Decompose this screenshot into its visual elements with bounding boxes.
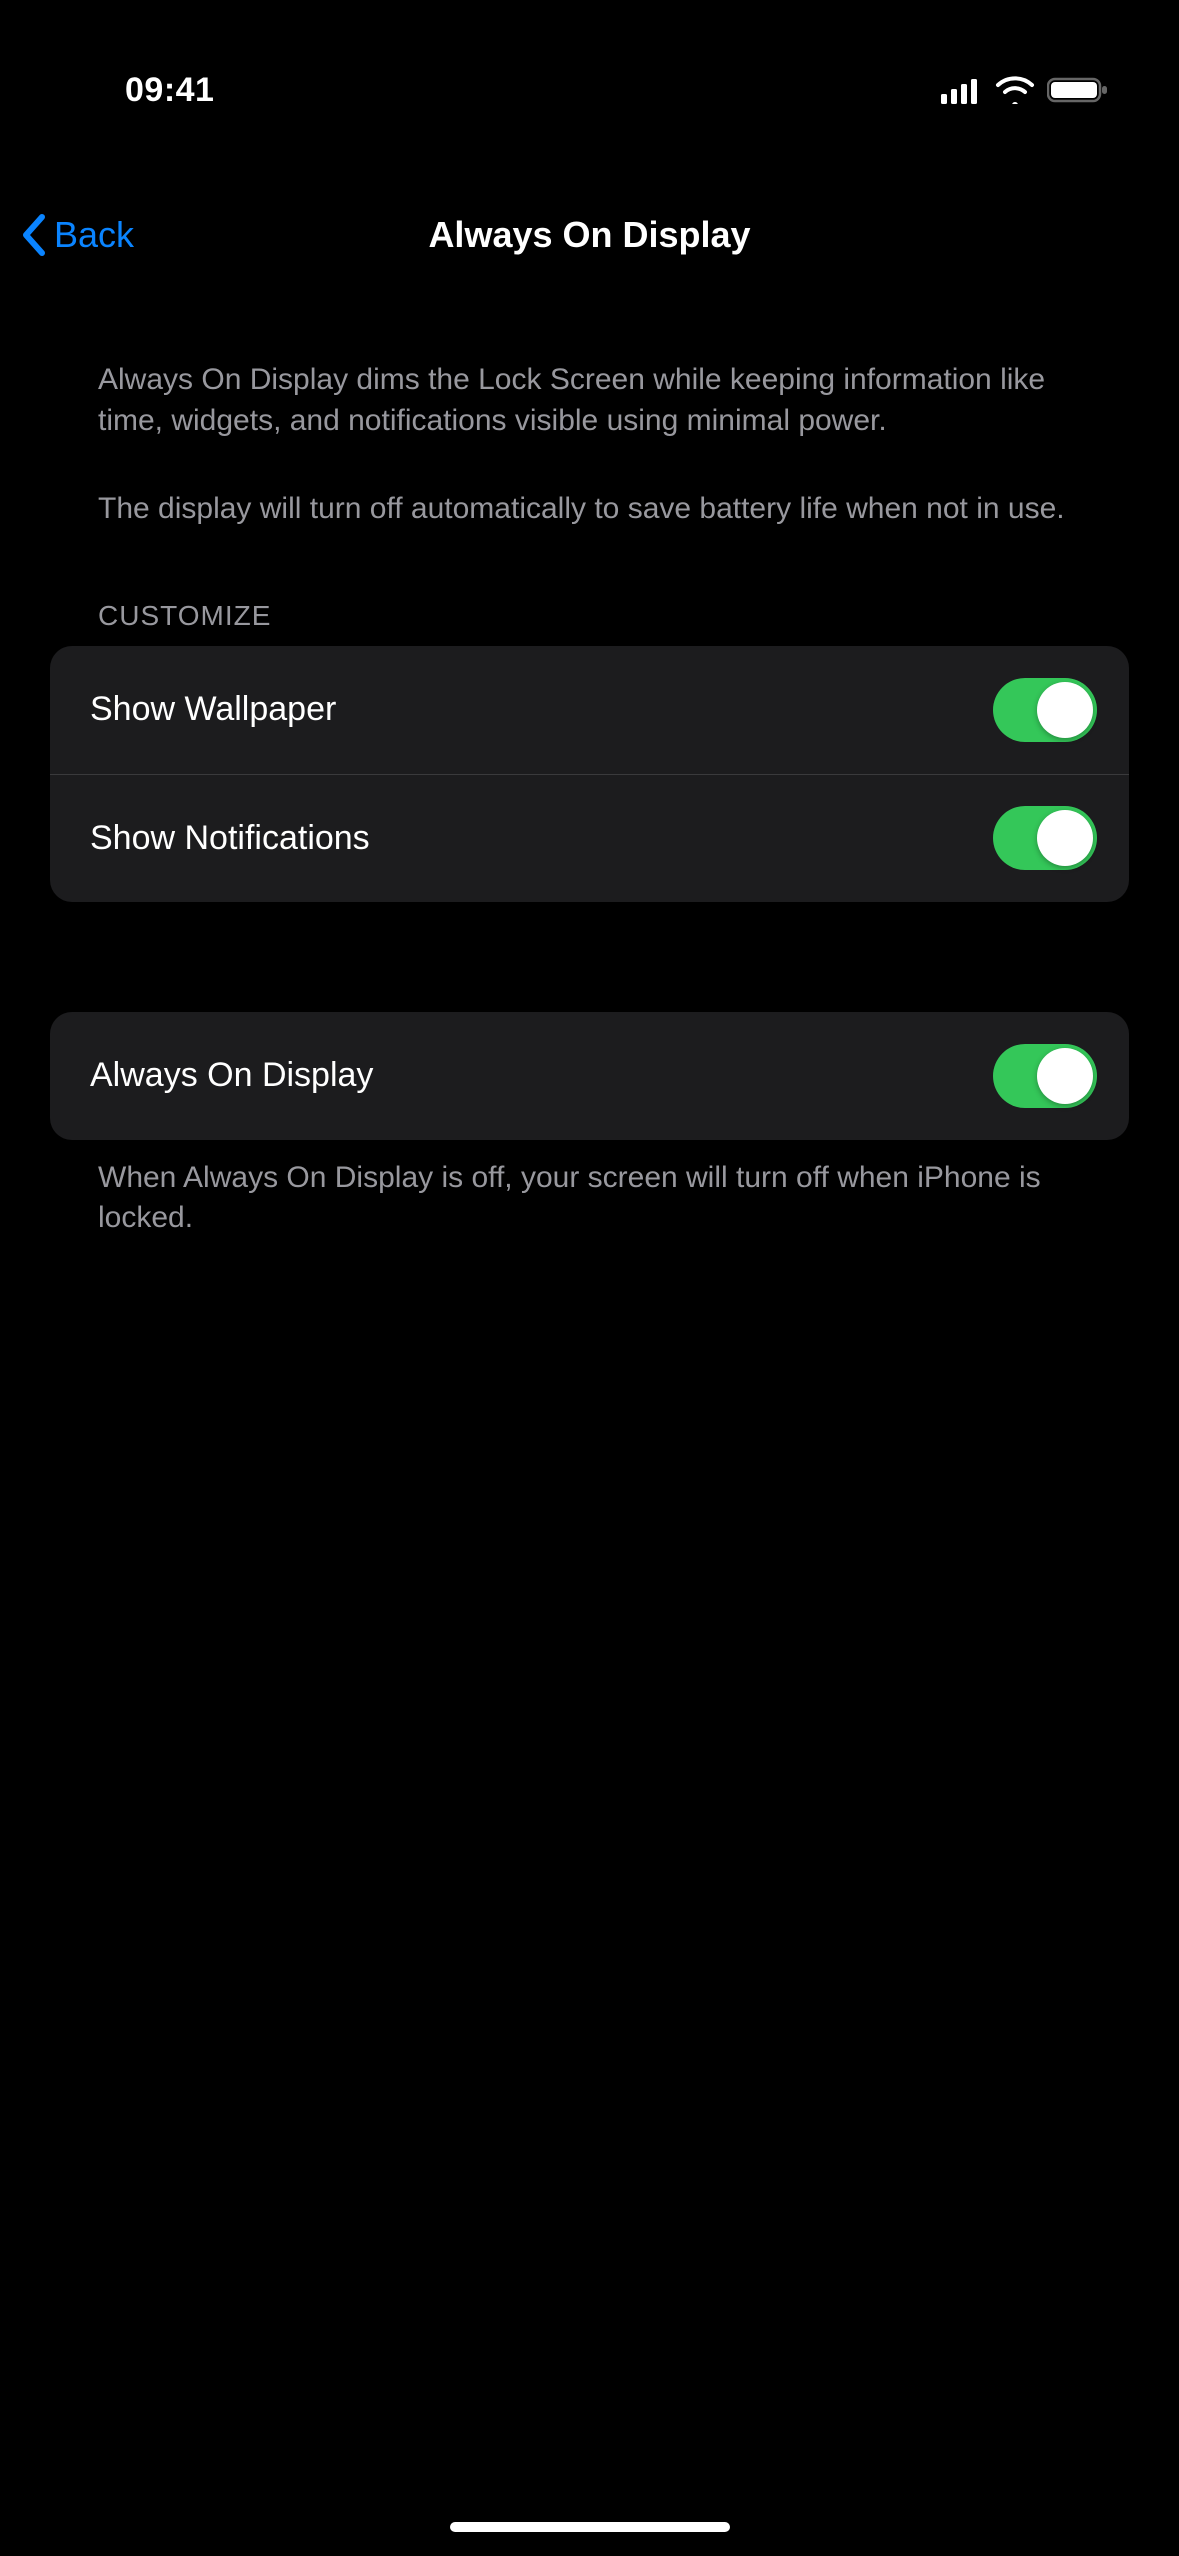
toggle-show-notifications[interactable]	[993, 806, 1097, 870]
cellular-icon	[941, 76, 983, 104]
back-button[interactable]: Back	[20, 213, 134, 257]
content: Always On Display dims the Lock Screen w…	[0, 360, 1179, 1239]
status-time: 09:41	[125, 71, 214, 110]
chevron-left-icon	[20, 213, 50, 257]
nav-bar: Back Always On Display	[0, 185, 1179, 285]
back-label: Back	[54, 214, 134, 256]
customize-group: Show Wallpaper Show Notifications	[50, 646, 1129, 902]
footer-note: When Always On Display is off, your scre…	[50, 1140, 1129, 1239]
toggle-knob	[1037, 682, 1093, 738]
row-show-wallpaper: Show Wallpaper	[50, 646, 1129, 774]
main-group: Always On Display	[50, 1012, 1129, 1140]
status-icons	[941, 76, 1109, 104]
home-indicator[interactable]	[450, 2522, 730, 2532]
row-label: Always On Display	[90, 1056, 373, 1095]
toggle-knob	[1037, 810, 1093, 866]
section-header-customize: CUSTOMIZE	[50, 570, 1129, 646]
intro-paragraph-1: Always On Display dims the Lock Screen w…	[50, 360, 1129, 441]
wifi-icon	[995, 76, 1035, 104]
intro-paragraph-2: The display will turn off automatically …	[50, 489, 1129, 530]
page-title: Always On Display	[428, 214, 750, 256]
spacer	[50, 902, 1129, 1012]
toggle-always-on-display[interactable]	[993, 1044, 1097, 1108]
row-label: Show Notifications	[90, 819, 370, 858]
row-always-on-display: Always On Display	[50, 1012, 1129, 1140]
row-show-notifications: Show Notifications	[50, 774, 1129, 902]
toggle-show-wallpaper[interactable]	[993, 678, 1097, 742]
row-label: Show Wallpaper	[90, 690, 336, 729]
toggle-knob	[1037, 1048, 1093, 1104]
status-bar: 09:41	[0, 0, 1179, 150]
battery-icon	[1047, 76, 1109, 104]
